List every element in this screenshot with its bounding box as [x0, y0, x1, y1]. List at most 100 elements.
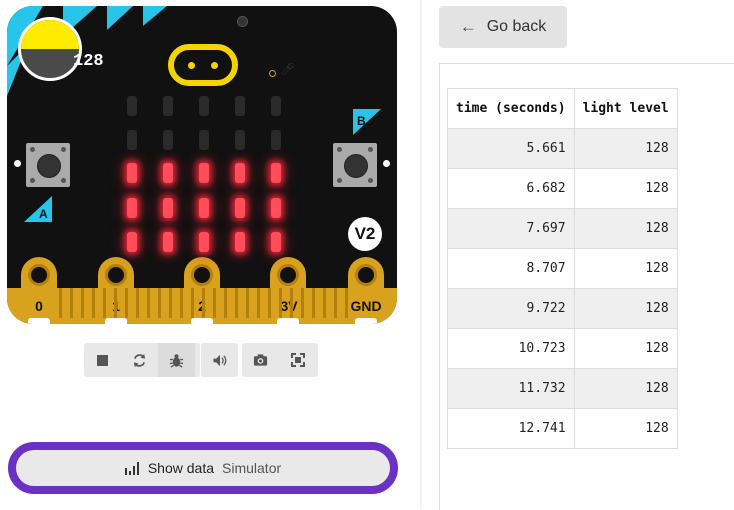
- led-3-0: [127, 198, 137, 218]
- corner-stripe-3: [143, 6, 167, 26]
- screenshot-icon: [253, 354, 268, 366]
- light-level-cell: 128: [573, 328, 678, 369]
- time-cell: 9.722: [447, 288, 575, 329]
- edge-hole-left: [14, 160, 21, 167]
- light-level-cell: 128: [573, 128, 678, 169]
- edge-pin-stripe: [290, 288, 293, 318]
- microphone-led: [269, 70, 276, 77]
- button-b[interactable]: [333, 143, 377, 187]
- data-table: time (seconds) light level 5.661 128 6.682…: [447, 88, 678, 449]
- light-level-cell: 128: [573, 208, 678, 249]
- debug-button[interactable]: [158, 343, 195, 377]
- edge-tab: [191, 318, 213, 324]
- led-0-3: [235, 96, 245, 116]
- table-row: 9.722 128: [447, 288, 678, 329]
- screenshot-button[interactable]: [242, 343, 279, 377]
- stop-button[interactable]: [84, 343, 121, 377]
- light-level-cell: 128: [573, 408, 678, 449]
- edge-pin-stripe: [103, 288, 106, 318]
- time-cell: 7.697: [447, 208, 575, 249]
- go-back-label: Go back: [486, 18, 547, 35]
- led-0-1: [163, 96, 173, 116]
- light-level-slider[interactable]: [18, 17, 82, 81]
- data-pane: ← Go back time (seconds) light level 5.6…: [422, 0, 734, 510]
- led-1-0: [127, 130, 137, 150]
- led-0-4: [271, 96, 281, 116]
- edge-pin-stripe: [279, 288, 282, 318]
- edge-pin-stripe: [70, 288, 73, 318]
- sound-icon: [212, 354, 226, 366]
- light-level-cell: 128: [573, 288, 678, 329]
- time-cell: 10.723: [447, 328, 575, 369]
- led-4-2: [199, 232, 209, 252]
- led-2-2: [199, 163, 209, 183]
- stop-icon: [97, 354, 108, 366]
- led-4-1: [163, 232, 173, 252]
- led-2-0: [127, 163, 137, 183]
- time-cell: 6.682: [447, 168, 575, 209]
- time-cell: 5.661: [447, 128, 575, 169]
- button-b-label-badge: B: [353, 109, 381, 135]
- edge-pin-stripe: [59, 288, 62, 318]
- led-3-4: [271, 198, 281, 218]
- led-2-3: [235, 163, 245, 183]
- button-a[interactable]: [26, 143, 70, 187]
- table-header-row: time (seconds) light level: [447, 88, 678, 129]
- edge-tab: [105, 318, 127, 324]
- view-group: [242, 343, 318, 377]
- microphone-icon: 🎤︎: [280, 62, 296, 76]
- table-row: 6.682 128: [447, 168, 678, 209]
- table-row: 10.723 128: [447, 328, 678, 369]
- led-4-3: [235, 232, 245, 252]
- fullscreen-button[interactable]: [279, 343, 316, 377]
- version-badge: V2: [348, 217, 382, 251]
- led-0-2: [199, 96, 209, 116]
- restart-icon: [133, 353, 146, 367]
- pin-0-label: 0: [35, 298, 43, 314]
- time-cell: 11.732: [447, 368, 575, 409]
- light-level-value: 128: [73, 52, 104, 71]
- edge-pin-stripe: [180, 288, 183, 318]
- button-a-label-badge: A: [24, 196, 52, 222]
- edge-pin-stripe: [323, 288, 326, 318]
- microbit-board: 128 🎤︎ A B V2 0 3V GND: [7, 6, 397, 324]
- show-data-label: Show data: [147, 460, 215, 476]
- edge-tab: [355, 318, 377, 324]
- edge-pin-stripe: [312, 288, 315, 318]
- edge-pin-stripe: [125, 288, 128, 318]
- edge-tab: [277, 318, 299, 324]
- led-1-2: [199, 130, 209, 150]
- edge-pin-stripe: [158, 288, 161, 318]
- led-2-4: [271, 163, 281, 183]
- time-cell: 8.707: [447, 248, 575, 289]
- debug-icon: [169, 353, 184, 368]
- led-3-1: [163, 198, 173, 218]
- show-data-sublabel: Simulator: [222, 460, 282, 476]
- edge-pin-stripe: [136, 288, 139, 318]
- sim-control-group: [84, 343, 200, 377]
- edge-pin-stripe: [235, 288, 238, 318]
- button-a-label: A: [39, 207, 48, 221]
- edge-pin-stripe: [191, 288, 194, 318]
- touch-logo-button[interactable]: [168, 44, 238, 86]
- light-level-cell: 128: [573, 248, 678, 289]
- data-table-panel: time (seconds) light level 5.661 128 6.682…: [439, 63, 734, 510]
- go-back-button[interactable]: ← Go back: [439, 6, 567, 48]
- bar-chart-icon: [124, 461, 139, 475]
- edge-pin-stripe: [169, 288, 172, 318]
- pin-gnd-label: GND: [350, 298, 382, 314]
- edge-pin-stripe: [334, 288, 337, 318]
- edge-pin-stripe: [301, 288, 304, 318]
- restart-button[interactable]: [121, 343, 158, 377]
- column-header-time: time (seconds): [447, 88, 575, 129]
- sound-button[interactable]: [201, 343, 238, 377]
- edge-pin-stripe: [224, 288, 227, 318]
- simulator-pane: 128 🎤︎ A B V2 0 3V GND Show data Simulat…: [0, 0, 420, 509]
- fullscreen-icon: [290, 353, 305, 367]
- light-level-cell: 128: [573, 168, 678, 209]
- edge-pin-stripe: [81, 288, 84, 318]
- show-data-simulator-button[interactable]: Show data Simulator: [8, 442, 398, 494]
- led-1-4: [271, 130, 281, 150]
- led-1-3: [235, 130, 245, 150]
- table-row: 7.697 128: [447, 208, 678, 249]
